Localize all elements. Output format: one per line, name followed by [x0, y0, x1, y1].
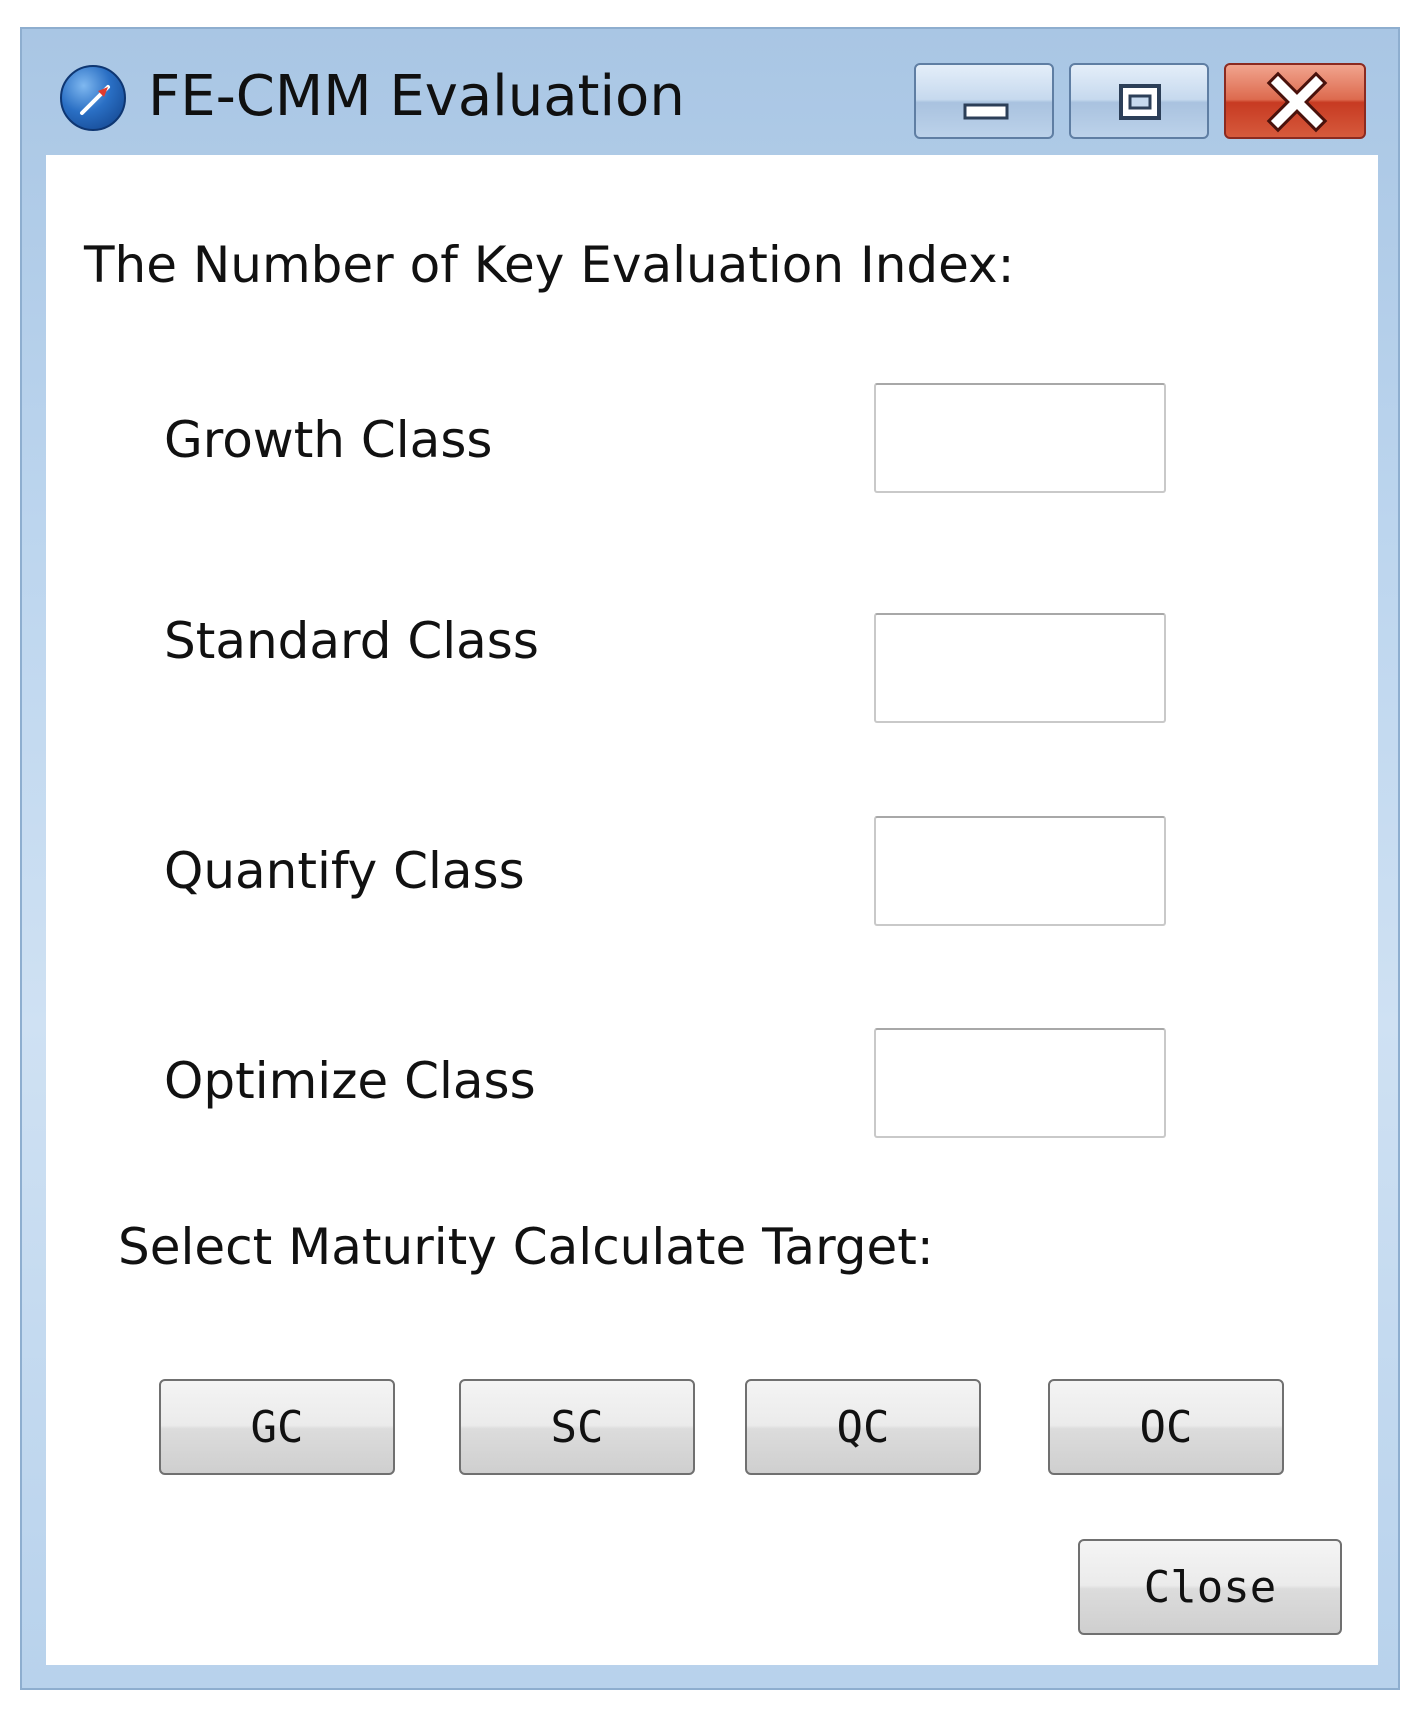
window-title: FE-CMM Evaluation: [148, 64, 685, 129]
quantify-class-label: Quantify Class: [164, 842, 525, 900]
quantify-class-field[interactable]: [874, 816, 1166, 926]
dialog-window: FE-CMM Evaluation The Number of Key Eval…: [20, 27, 1400, 1690]
restore-icon: [1119, 84, 1161, 120]
sc-button[interactable]: SC: [459, 1379, 695, 1475]
target-heading: Select Maturity Calculate Target:: [118, 1218, 934, 1276]
minimize-button[interactable]: [914, 63, 1054, 139]
growth-class-label: Growth Class: [164, 411, 493, 469]
qc-button[interactable]: QC: [745, 1379, 981, 1475]
compass-icon: [60, 65, 126, 131]
standard-class-label: Standard Class: [164, 612, 539, 670]
gc-button[interactable]: GC: [159, 1379, 395, 1475]
index-heading: The Number of Key Evaluation Index:: [84, 236, 1015, 294]
optimize-class-label: Optimize Class: [164, 1052, 536, 1110]
growth-class-field[interactable]: [874, 383, 1166, 493]
dialog-body: The Number of Key Evaluation Index: Grow…: [46, 155, 1378, 1665]
title-bar[interactable]: FE-CMM Evaluation: [22, 29, 1398, 155]
close-icon: [1266, 71, 1328, 133]
restore-button[interactable]: [1069, 63, 1209, 139]
close-window-button[interactable]: [1224, 63, 1366, 139]
optimize-class-field[interactable]: [874, 1028, 1166, 1138]
oc-button[interactable]: OC: [1048, 1379, 1284, 1475]
standard-class-field[interactable]: [874, 613, 1166, 723]
close-button[interactable]: Close: [1078, 1539, 1342, 1635]
minimize-icon: [963, 103, 1009, 120]
